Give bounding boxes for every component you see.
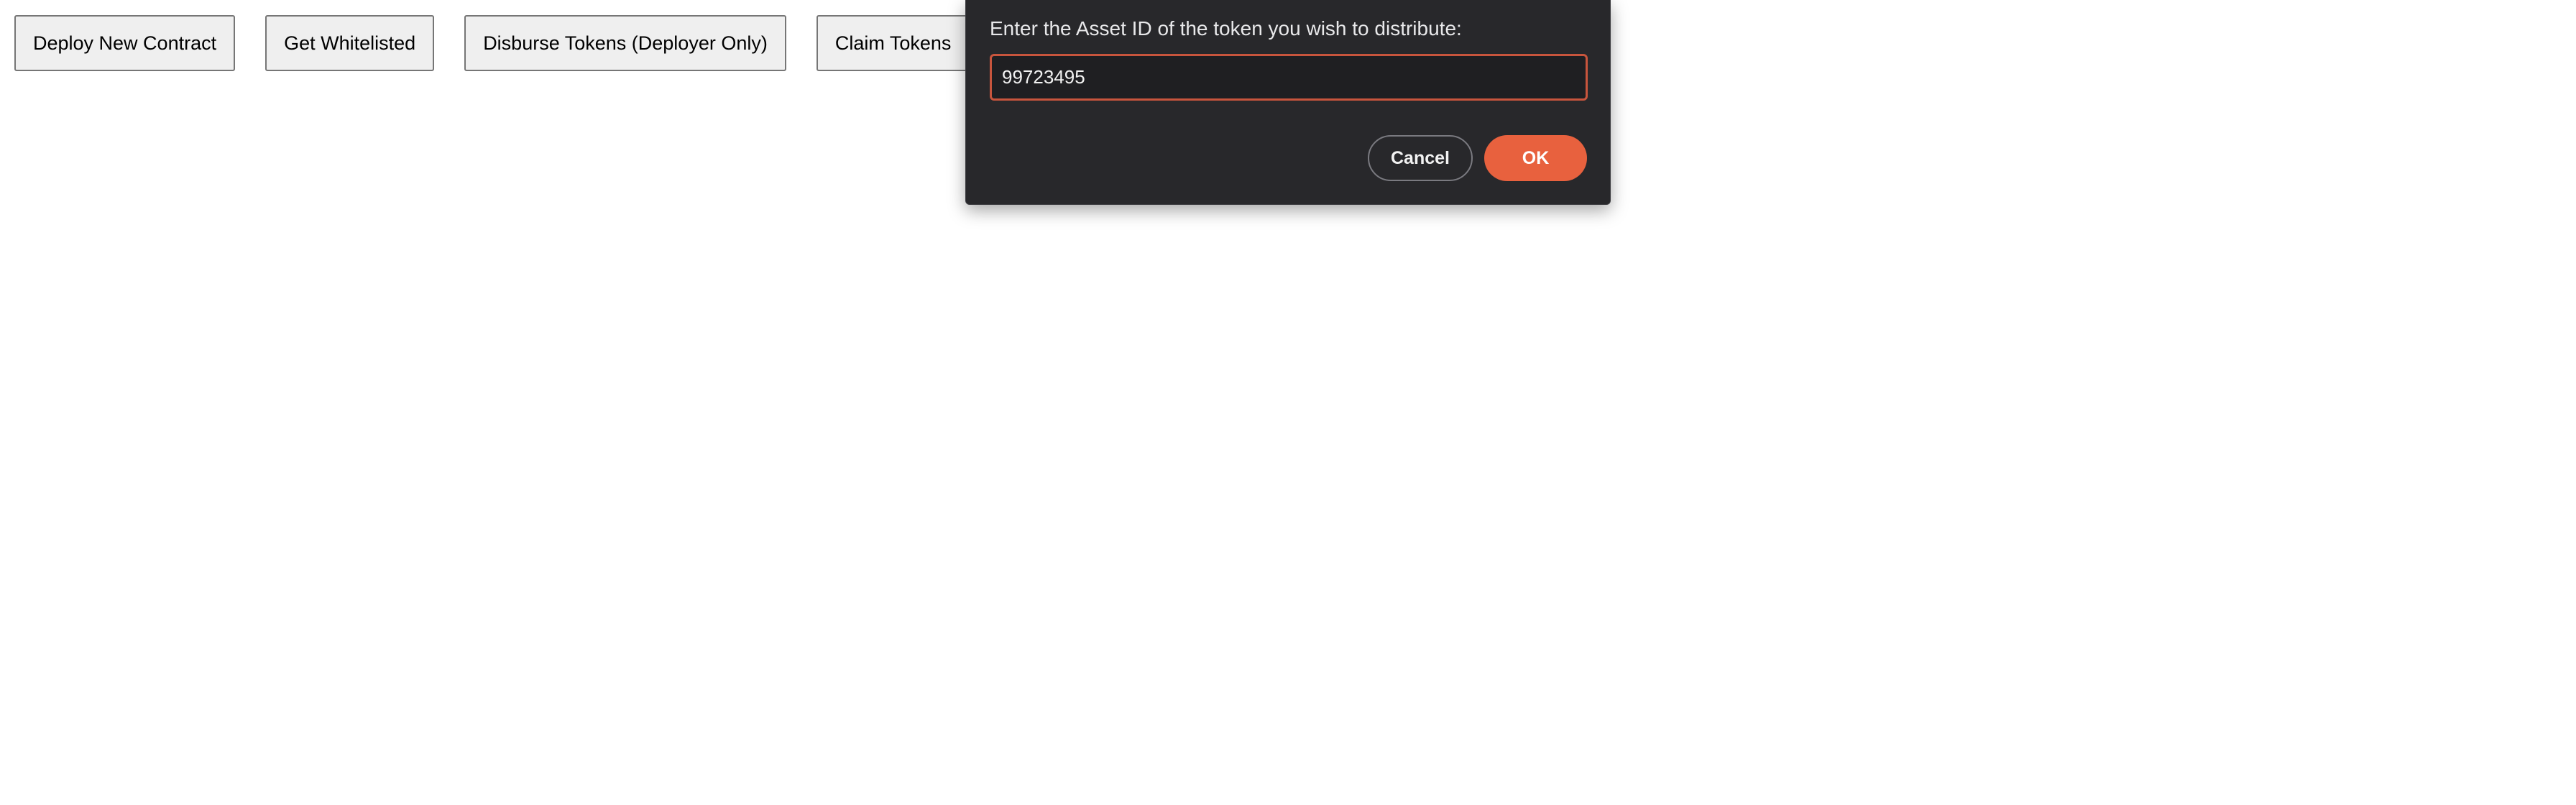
get-whitelisted-button[interactable]: Get Whitelisted	[265, 15, 435, 71]
cancel-button[interactable]: Cancel	[1368, 135, 1473, 181]
disburse-tokens-button[interactable]: Disburse Tokens (Deployer Only)	[464, 15, 786, 71]
claim-tokens-button[interactable]: Claim Tokens	[816, 15, 970, 71]
dialog-actions: Cancel OK	[1368, 135, 1587, 181]
ok-button[interactable]: OK	[1484, 135, 1587, 181]
prompt-message: Enter the Asset ID of the token you wish…	[990, 17, 1462, 40]
asset-id-input[interactable]	[990, 54, 1588, 101]
action-toolbar: Deploy New Contract Get Whitelisted Disb…	[14, 15, 970, 71]
deploy-new-contract-button[interactable]: Deploy New Contract	[14, 15, 236, 71]
prompt-dialog: Enter the Asset ID of the token you wish…	[965, 0, 1611, 205]
